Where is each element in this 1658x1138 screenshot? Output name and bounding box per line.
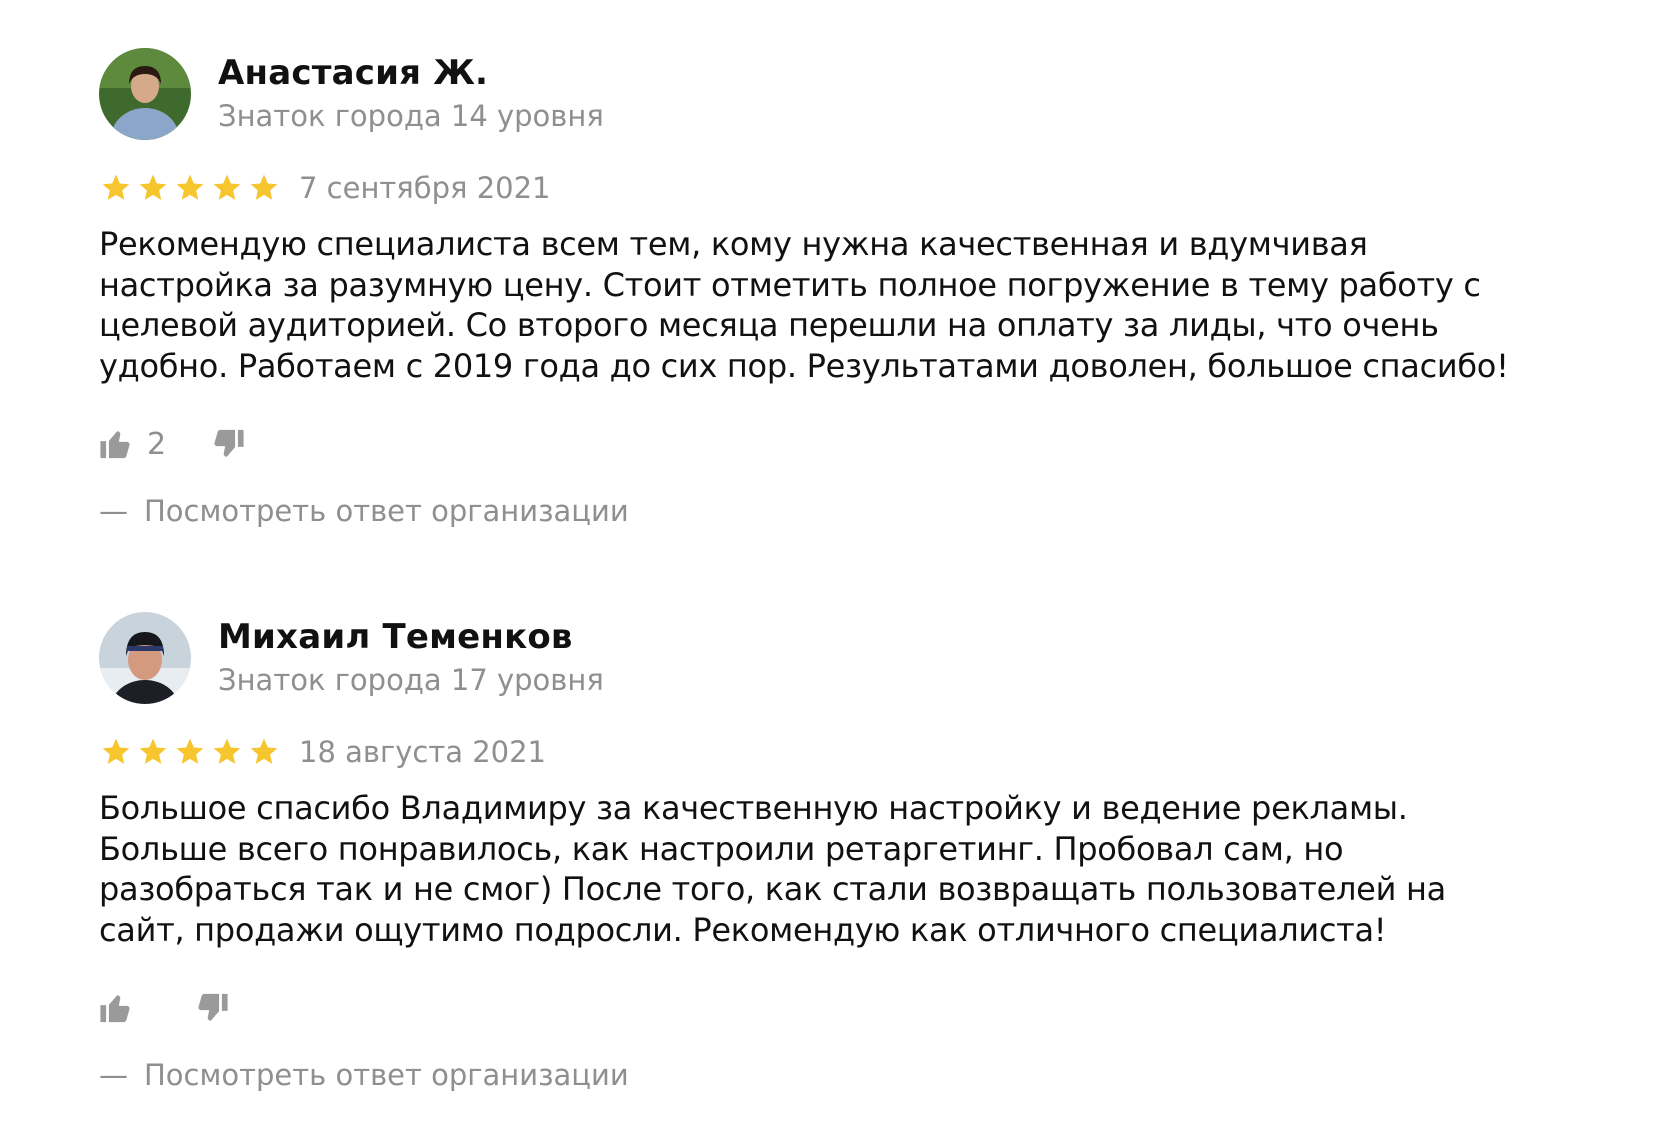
star-icon (136, 736, 170, 768)
dislike-button[interactable] (211, 427, 245, 461)
thumbs-up-icon (99, 991, 133, 1025)
avatar[interactable] (99, 48, 191, 140)
star-icon (136, 172, 170, 204)
rating-row: 18 августа 2021 (99, 730, 1619, 774)
review-date: 7 сентября 2021 (299, 171, 551, 205)
star-icon (247, 172, 281, 204)
dash: — (99, 1058, 128, 1092)
view-org-answer-link[interactable]: — Посмотреть ответ организации (99, 1058, 1619, 1092)
reactions: 2 (99, 420, 1619, 468)
avatar[interactable] (99, 612, 191, 704)
view-org-answer-link[interactable]: — Посмотреть ответ организации (99, 494, 1619, 528)
review-card: Анастасия Ж. Знаток города 14 уровня 7 с… (99, 48, 1619, 528)
star-icon (99, 172, 133, 204)
like-button[interactable]: 2 (99, 427, 167, 462)
star-icon (210, 172, 244, 204)
thumbs-up-icon (99, 427, 133, 461)
like-button[interactable] (99, 991, 133, 1025)
thumbs-down-icon (211, 427, 245, 461)
review-author: Михаил Теменков Знаток города 17 уровня (99, 612, 1619, 704)
star-icon (173, 736, 207, 768)
star-icon (173, 172, 207, 204)
review-text: Рекомендую специалиста всем тем, кому ну… (99, 225, 1509, 385)
dislike-button[interactable] (195, 991, 229, 1025)
review-date: 18 августа 2021 (299, 735, 547, 769)
review-text: Большое спасибо Владимиру за качественну… (99, 789, 1446, 949)
view-org-answer-label: Посмотреть ответ организации (144, 494, 629, 528)
review-card: Михаил Теменков Знаток города 17 уровня … (99, 612, 1619, 1092)
dash: — (99, 494, 128, 528)
view-org-answer-label: Посмотреть ответ организации (144, 1058, 629, 1092)
review-author: Анастасия Ж. Знаток города 14 уровня (99, 48, 1619, 140)
author-name[interactable]: Анастасия Ж. (218, 51, 604, 95)
star-rating (99, 172, 295, 204)
reactions (99, 984, 1619, 1032)
star-icon (210, 736, 244, 768)
star-icon (247, 736, 281, 768)
rating-row: 7 сентября 2021 (99, 166, 1619, 210)
like-count: 2 (147, 426, 167, 462)
author-name[interactable]: Михаил Теменков (218, 615, 604, 659)
thumbs-down-icon (195, 991, 229, 1025)
author-level: Знаток города 14 уровня (218, 99, 604, 133)
author-level: Знаток города 17 уровня (218, 663, 604, 697)
star-rating (99, 736, 295, 768)
star-icon (99, 736, 133, 768)
